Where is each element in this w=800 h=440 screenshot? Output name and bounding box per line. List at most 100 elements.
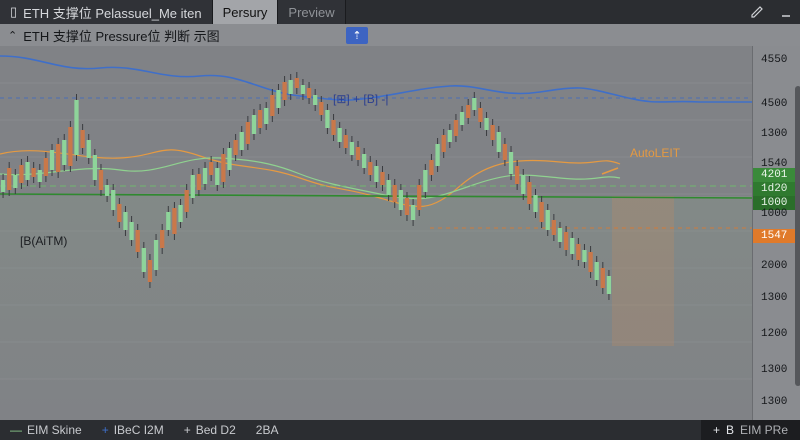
candle-down	[527, 182, 532, 204]
candle-down	[576, 244, 581, 260]
price-axis[interactable]: 4550 4500 1300 1540 4201 1d20 1000 1000 …	[752, 46, 800, 420]
axis-label: 1300	[761, 396, 788, 408]
candle-down	[257, 110, 263, 128]
legend-item-eim-skine[interactable]: — EIM Skine	[0, 423, 92, 437]
axis-label: 1000	[761, 208, 788, 220]
candle-up	[288, 80, 293, 94]
candle-down	[245, 122, 251, 144]
candle-up	[190, 175, 195, 198]
candle-down	[441, 135, 446, 152]
candle-up	[594, 262, 599, 280]
left-annotation: [B(AiTM)	[20, 234, 68, 248]
candle-up	[313, 95, 318, 105]
tab-eth-chart[interactable]: ▯ ETH 支撑位 Pelassuel_Me iten	[0, 0, 213, 24]
candle-down	[600, 268, 605, 288]
candle-up	[545, 210, 550, 230]
plus-icon: +	[183, 423, 191, 437]
candle-up	[325, 110, 330, 128]
candle-up	[13, 175, 18, 188]
candle-down	[270, 95, 275, 116]
price-chart[interactable]: [⊞] + [B] -| [B(AiTM) AutoLEIT	[0, 46, 753, 420]
candle-up	[92, 155, 98, 180]
candle-up	[123, 212, 128, 230]
candle-down	[466, 105, 471, 118]
candle-up	[533, 195, 538, 212]
candle-down	[490, 125, 495, 140]
candle-up	[0, 180, 6, 192]
price-badge: 4201	[753, 168, 800, 182]
candle-down	[539, 202, 544, 222]
price-badge: 1d20	[753, 182, 800, 196]
candle-up	[435, 144, 440, 166]
candle-down	[355, 147, 361, 160]
tab-bar: ▯ ETH 支撑位 Pelassuel_Me iten Persury Prev…	[0, 0, 800, 24]
price-axis-scrollbar[interactable]	[795, 86, 800, 386]
collapse-button[interactable]: ⇡	[346, 27, 368, 44]
candle-up	[141, 248, 146, 272]
chevron-icon[interactable]: ⌃	[8, 29, 17, 42]
candle-up	[166, 212, 171, 230]
legend-item-2ba[interactable]: 2BA	[246, 423, 289, 437]
candle-up	[398, 190, 404, 210]
axis-label: 1300	[761, 364, 788, 376]
candle-up	[74, 100, 79, 155]
tab-preview[interactable]: Preview	[278, 0, 346, 24]
candle-down	[68, 127, 73, 166]
axis-label: 1300	[761, 292, 788, 304]
candle-up	[49, 150, 55, 170]
pen-icon[interactable]	[742, 0, 772, 24]
candle-down	[417, 185, 422, 210]
bottom-bar: — EIM Skine + IBeC I2M + Bed D2 2BA + B …	[0, 420, 800, 440]
candle-down	[294, 78, 299, 88]
candle-down	[147, 260, 153, 282]
candle-up	[337, 128, 342, 142]
candle-down	[392, 185, 397, 202]
candle-down	[172, 208, 177, 234]
legend-item-label: 2BA	[255, 423, 279, 437]
candle-down	[429, 160, 434, 175]
candle-up	[423, 170, 428, 192]
candle-down	[160, 230, 165, 248]
candle-up	[178, 205, 183, 222]
tab-persury[interactable]: Persury	[212, 0, 279, 24]
plus-icon: +	[712, 423, 720, 437]
candle-up	[459, 112, 465, 125]
bottom-right-controls[interactable]: + B EIM PRe	[700, 420, 800, 440]
candle-up	[410, 205, 416, 220]
candle-up	[300, 85, 306, 94]
candle-down	[404, 198, 410, 215]
tab-preview-label: Preview	[288, 4, 335, 20]
candle-up	[37, 170, 42, 182]
collapse-icon: ⇡	[352, 30, 362, 42]
candle-down	[514, 166, 520, 184]
forecast-zone	[612, 196, 674, 346]
line-icon: —	[10, 423, 22, 437]
candle-up	[202, 168, 208, 184]
top-center-annotation: [⊞] + [B] -|	[333, 92, 389, 106]
legend-item-bed[interactable]: + Bed D2	[174, 423, 246, 437]
candle-down	[19, 165, 24, 183]
candle-up	[153, 240, 159, 270]
candle-up	[521, 175, 526, 194]
candle-up	[251, 115, 257, 134]
candle-down	[233, 140, 238, 155]
legend-item-label: Bed D2	[195, 423, 236, 437]
candle-down	[588, 252, 593, 272]
candle-up	[276, 90, 281, 108]
plus-icon: +	[101, 423, 109, 437]
minimize-icon[interactable]	[772, 0, 800, 24]
candle-down	[478, 108, 483, 122]
candle-up	[570, 238, 575, 254]
candle-down	[43, 158, 49, 176]
candle-down	[282, 82, 287, 100]
axis-label: 2000	[761, 260, 788, 272]
candle-up	[508, 152, 514, 174]
candle-down	[55, 144, 61, 172]
legend-item-ibec[interactable]: + IBeC I2M	[92, 423, 174, 437]
chart-title: ETH 支撑位 Pressure位 判断 示图	[23, 28, 220, 44]
legend-item-label: IBeC I2M	[113, 423, 164, 437]
tab-persury-label: Persury	[222, 4, 268, 20]
candle-down	[380, 172, 385, 185]
candle-down	[563, 232, 569, 250]
candle-down	[80, 130, 85, 148]
